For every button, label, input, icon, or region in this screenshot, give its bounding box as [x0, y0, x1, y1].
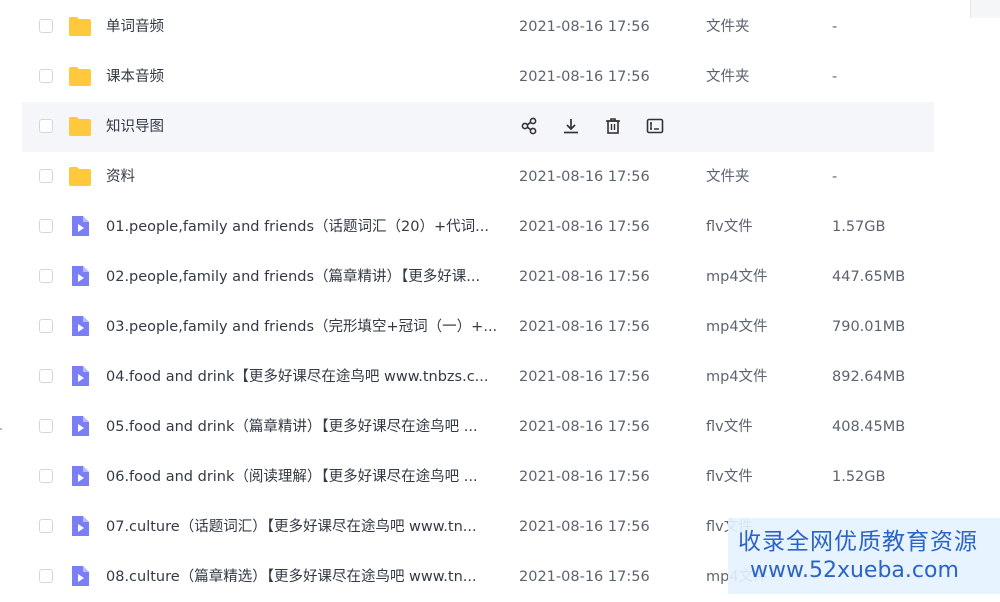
- video-file-icon: [68, 515, 92, 537]
- file-row[interactable]: 单词音频 2021-08-16 17:56 文件夹 -: [22, 2, 934, 52]
- file-size: -: [832, 169, 838, 185]
- video-file-icon: [68, 265, 92, 287]
- row-checkbox[interactable]: [39, 519, 53, 533]
- file-size: 408.45MB: [832, 419, 906, 435]
- row-checkbox[interactable]: [39, 219, 53, 233]
- folder-icon: [68, 165, 92, 187]
- file-size: 447.65MB: [832, 269, 906, 285]
- video-file-icon: [68, 415, 92, 437]
- file-row[interactable]: 课本音频 2021-08-16 17:56 文件夹 -: [22, 52, 934, 102]
- file-name[interactable]: 知识导图: [106, 102, 164, 152]
- file-name[interactable]: 课本音频: [106, 52, 164, 102]
- file-row[interactable]: 05.food and drink（篇章精讲）【更多好课尽在途鸟吧 ... 202…: [22, 402, 934, 452]
- file-row[interactable]: 01.people,family and friends（话题词汇（20）+代词…: [22, 202, 934, 252]
- file-name[interactable]: 02.people,family and friends（篇章精讲）【更多好课.…: [106, 252, 480, 302]
- file-date: 2021-08-16 17:56: [519, 219, 650, 235]
- video-file-icon: [68, 315, 92, 337]
- file-date: 2021-08-16 17:56: [519, 19, 650, 35]
- left-sidebar-edge: [0, 0, 22, 594]
- row-checkbox[interactable]: [39, 569, 53, 583]
- file-name[interactable]: 单词音频: [106, 2, 164, 52]
- file-type: flv文件: [706, 219, 753, 235]
- file-size: 1.52GB: [832, 469, 886, 485]
- file-size: 892.64MB: [832, 369, 906, 385]
- watermark-slogan: 收录全网优质教育资源: [738, 529, 978, 555]
- file-size: 1.57GB: [832, 219, 886, 235]
- row-checkbox[interactable]: [39, 119, 53, 133]
- file-date: 2021-08-16 17:56: [519, 519, 650, 535]
- file-row[interactable]: 知识导图: [22, 102, 934, 152]
- file-type: mp4文件: [706, 319, 768, 335]
- file-row[interactable]: 03.people,family and friends（完形填空+冠词（一）+…: [22, 302, 934, 352]
- right-panel-edge: [934, 0, 1000, 594]
- right-panel-tab: [970, 0, 1000, 18]
- row-actions: [519, 116, 665, 138]
- file-type: flv文件: [706, 469, 753, 485]
- file-date: 2021-08-16 17:56: [519, 469, 650, 485]
- file-size: -: [832, 19, 838, 35]
- file-date: 2021-08-16 17:56: [519, 369, 650, 385]
- sidebar-marker: [0, 428, 2, 430]
- file-type: mp4文件: [706, 369, 768, 385]
- file-size: -: [832, 69, 838, 85]
- row-checkbox[interactable]: [39, 369, 53, 383]
- file-size: 790.01MB: [832, 319, 906, 335]
- folder-icon: [68, 65, 92, 87]
- row-checkbox[interactable]: [39, 419, 53, 433]
- row-checkbox[interactable]: [39, 469, 53, 483]
- file-name[interactable]: 01.people,family and friends（话题词汇（20）+代词…: [106, 202, 489, 252]
- watermark-overlay: 收录全网优质教育资源 www.52xueba.com: [728, 518, 1000, 594]
- file-row[interactable]: 06.food and drink（阅读理解）【更多好课尽在途鸟吧 ... 202…: [22, 452, 934, 502]
- file-row[interactable]: 资料 2021-08-16 17:56 文件夹 -: [22, 152, 934, 202]
- file-date: 2021-08-16 17:56: [519, 569, 650, 585]
- folder-icon: [68, 115, 92, 137]
- file-name[interactable]: 06.food and drink（阅读理解）【更多好课尽在途鸟吧 ...: [106, 452, 478, 502]
- file-type: flv文件: [706, 419, 753, 435]
- file-name[interactable]: 07.culture（话题词汇）【更多好课尽在途鸟吧 www.tn...: [106, 502, 477, 552]
- file-row[interactable]: 02.people,family and friends（篇章精讲）【更多好课.…: [22, 252, 934, 302]
- video-file-icon: [68, 565, 92, 587]
- row-checkbox[interactable]: [39, 19, 53, 33]
- file-list: 单词音频 2021-08-16 17:56 文件夹 - 课本音频 2021-08-16 1…: [22, 2, 934, 602]
- watermark-url: www.52xueba.com: [750, 558, 959, 583]
- file-type: 文件夹: [706, 69, 750, 85]
- file-date: 2021-08-16 17:56: [519, 419, 650, 435]
- file-date: 2021-08-16 17:56: [519, 69, 650, 85]
- delete-icon[interactable]: [603, 116, 623, 138]
- rename-icon[interactable]: [645, 116, 665, 138]
- video-file-icon: [68, 215, 92, 237]
- download-icon[interactable]: [561, 116, 581, 138]
- video-file-icon: [68, 365, 92, 387]
- video-file-icon: [68, 465, 92, 487]
- file-name[interactable]: 04.food and drink【更多好课尽在途鸟吧 www.tnbzs.c.…: [106, 352, 489, 402]
- file-name[interactable]: 资料: [106, 152, 135, 202]
- file-type: 文件夹: [706, 169, 750, 185]
- file-type: mp4文件: [706, 269, 768, 285]
- file-date: 2021-08-16 17:56: [519, 319, 650, 335]
- share-icon[interactable]: [519, 116, 539, 138]
- file-name[interactable]: 08.culture（篇章精选）【更多好课尽在途鸟吧 www.tn...: [106, 552, 477, 602]
- row-checkbox[interactable]: [39, 69, 53, 83]
- file-date: 2021-08-16 17:56: [519, 169, 650, 185]
- file-type: 文件夹: [706, 19, 750, 35]
- row-checkbox[interactable]: [39, 319, 53, 333]
- file-name[interactable]: 05.food and drink（篇章精讲）【更多好课尽在途鸟吧 ...: [106, 402, 478, 452]
- row-checkbox[interactable]: [39, 269, 53, 283]
- file-name[interactable]: 03.people,family and friends（完形填空+冠词（一）+…: [106, 302, 497, 352]
- folder-icon: [68, 15, 92, 37]
- file-date: 2021-08-16 17:56: [519, 269, 650, 285]
- row-checkbox[interactable]: [39, 169, 53, 183]
- file-row[interactable]: 04.food and drink【更多好课尽在途鸟吧 www.tnbzs.c.…: [22, 352, 934, 402]
